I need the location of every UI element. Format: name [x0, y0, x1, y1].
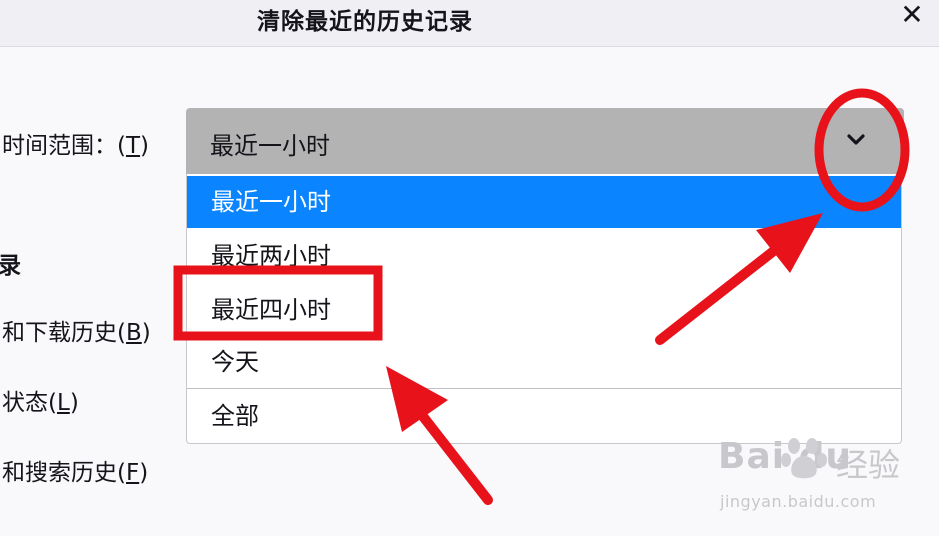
annotation-arrow-right-head [756, 213, 823, 273]
annotation-circle [814, 88, 910, 212]
annotation-arrow-bottom-head [386, 366, 448, 432]
annotation-arrow-right-shaft [655, 241, 785, 345]
annotation-arrow-bottom-shaft [413, 405, 493, 505]
watermark-url: jingyan.baidu.com [720, 492, 877, 511]
watermark-brand: 经验 [836, 446, 901, 484]
baidu-jingyan-watermark: Bai du 经验 jingyan.baidu.com [718, 430, 918, 518]
paw-icon [781, 438, 827, 479]
annotation-box [173, 265, 383, 341]
